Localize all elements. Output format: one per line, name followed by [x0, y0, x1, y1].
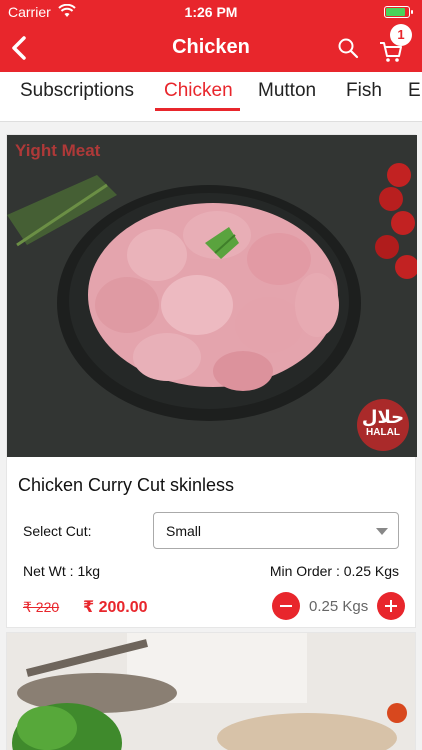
tab-chicken[interactable]: Chicken: [164, 80, 233, 118]
halal-seal: حلال HALAL: [357, 399, 409, 451]
select-cut-label: Select Cut:: [23, 523, 92, 539]
active-tab-indicator: [155, 108, 240, 111]
price: ₹ 200.00: [83, 599, 148, 616]
app-screen: Carrier 1:26 PM Chicken 1 Subscriptions …: [0, 0, 422, 750]
battery-icon: [384, 6, 413, 18]
cut-select[interactable]: Small: [153, 512, 399, 549]
product-photo: [7, 135, 417, 457]
next-product-card[interactable]: [6, 632, 416, 750]
clock: 1:26 PM: [184, 4, 238, 20]
chevron-down-icon: [376, 528, 388, 535]
cut-select-value: Small: [166, 523, 202, 539]
tab-partial[interactable]: E: [408, 80, 421, 118]
cart-count-badge: 1: [390, 24, 412, 46]
product-card[interactable]: Yight Meat حلال HALAL Chicken Curry Cut …: [6, 134, 417, 628]
quantity-value: 0.25 Kgs: [309, 598, 369, 615]
old-price: ₹ 220: [23, 599, 60, 615]
category-tabs: Subscriptions Chicken Mutton Fish E: [0, 72, 422, 122]
brand-logo: Yight Meat: [15, 141, 101, 160]
nav-bar: Chicken 1: [0, 24, 422, 72]
tab-mutton[interactable]: Mutton: [258, 80, 316, 118]
header: Carrier 1:26 PM Chicken 1: [0, 0, 422, 72]
product-title: Chicken Curry Cut skinless: [18, 475, 235, 495]
min-order: Min Order : 0.25 Kgs: [269, 563, 399, 579]
tab-subscriptions[interactable]: Subscriptions: [20, 80, 134, 118]
minus-icon[interactable]: [272, 592, 300, 620]
next-product-image: [7, 633, 415, 750]
tab-fish[interactable]: Fish: [346, 80, 382, 118]
search-icon[interactable]: [336, 36, 360, 60]
product-image[interactable]: Yight Meat حلال HALAL: [7, 135, 417, 457]
net-weight: Net Wt : 1kg: [23, 563, 101, 579]
status-bar: Carrier 1:26 PM: [0, 0, 422, 24]
plus-icon[interactable]: [377, 592, 405, 620]
